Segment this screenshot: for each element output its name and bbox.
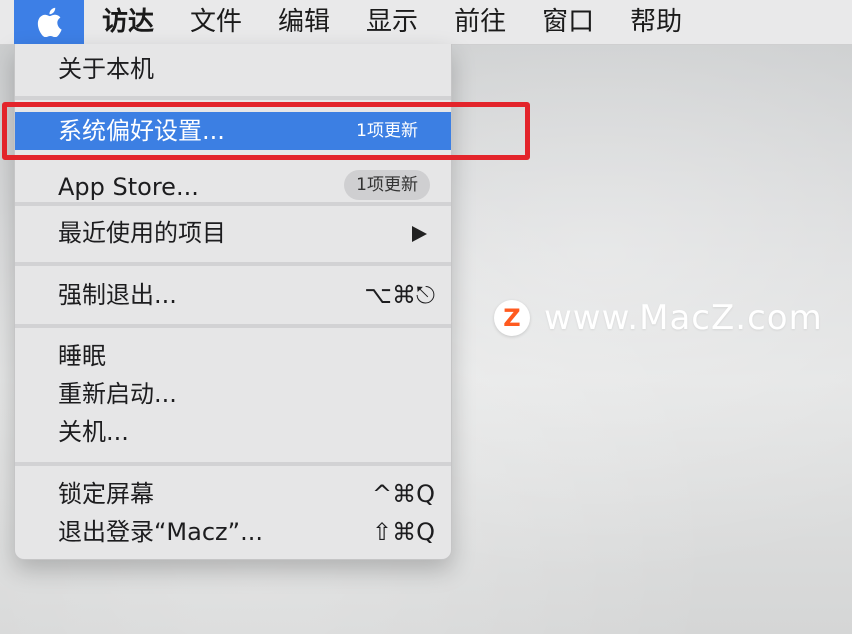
menu-separator — [15, 202, 451, 206]
menubar-item-view[interactable]: 显示 — [366, 0, 418, 44]
keyboard-shortcut: ⌥⌘⎋ — [364, 281, 435, 309]
apple-logo-icon — [37, 7, 62, 37]
watermark-text: www.MacZ.com — [544, 298, 823, 338]
menu-separator — [15, 96, 451, 100]
submenu-arrow-icon — [412, 226, 427, 242]
menubar-item-file[interactable]: 文件 — [190, 0, 242, 44]
menu-item-label: 重新启动... — [58, 380, 177, 408]
highlight-annotation — [2, 102, 530, 160]
menu-item-app-store[interactable]: App Store... 1项更新 — [15, 170, 451, 200]
menu-separator — [15, 324, 451, 328]
menu-item-label: App Store... — [58, 173, 199, 200]
menu-item-log-out[interactable]: 退出登录“Macz”... ⇧⌘Q — [15, 513, 451, 551]
menubar-item-edit[interactable]: 编辑 — [278, 0, 330, 44]
menu-item-label: 睡眠 — [58, 342, 106, 370]
menu-item-label: 强制退出... — [58, 281, 177, 309]
menu-item-force-quit[interactable]: 强制退出... ⌥⌘⎋ — [15, 276, 451, 314]
logo-letter: Z — [503, 304, 521, 332]
menu-item-recent-items[interactable]: 最近使用的项目 — [15, 214, 451, 252]
menu-item-lock-screen[interactable]: 锁定屏幕 ^⌘Q — [15, 475, 451, 513]
menu-item-sleep[interactable]: 睡眠 — [15, 337, 451, 375]
menu-item-label: 关机... — [58, 418, 129, 446]
menu-bar: 访达 文件 编辑 显示 前往 窗口 帮助 — [0, 0, 852, 45]
update-badge: 1项更新 — [344, 170, 430, 200]
menu-separator — [15, 262, 451, 266]
menu-item-about-this-mac[interactable]: 关于本机 — [15, 50, 451, 88]
watermark: Z www.MacZ.com — [494, 296, 823, 340]
menu-item-shutdown[interactable]: 关机... — [15, 413, 451, 451]
macz-logo-icon: Z — [494, 300, 530, 336]
menu-item-label: 最近使用的项目 — [58, 219, 226, 247]
menubar-item-go[interactable]: 前往 — [454, 0, 506, 44]
menu-item-restart[interactable]: 重新启动... — [15, 375, 451, 413]
menu-item-label: 关于本机 — [58, 55, 154, 83]
menu-item-label: 退出登录“Macz”... — [58, 518, 263, 546]
apple-menu-button[interactable] — [14, 0, 84, 44]
menubar-item-finder[interactable]: 访达 — [102, 0, 154, 44]
menubar-item-window[interactable]: 窗口 — [542, 0, 594, 44]
menubar-item-help[interactable]: 帮助 — [630, 0, 682, 44]
menu-item-label: 锁定屏幕 — [58, 480, 154, 508]
menu-separator — [15, 462, 451, 466]
keyboard-shortcut: ^⌘Q — [372, 480, 435, 508]
keyboard-shortcut: ⇧⌘Q — [372, 518, 435, 546]
